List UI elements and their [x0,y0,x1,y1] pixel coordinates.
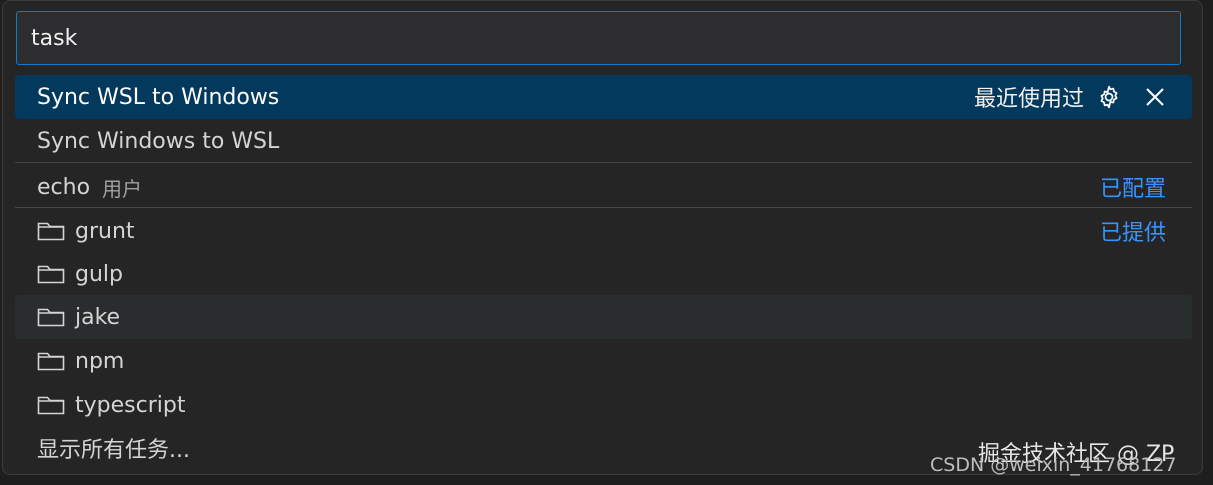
gear-icon[interactable] [1094,82,1124,112]
group-tag-configured: 已配置 [1099,177,1166,202]
list-item-grunt[interactable]: grunt 已提供 [15,209,1192,253]
list-item-gulp[interactable]: gulp [15,252,1192,296]
list-item-label: Sync WSL to Windows [37,84,280,110]
list-item-show-all-tasks[interactable]: 显示所有任务... [15,426,1192,470]
search-input[interactable] [17,12,1180,64]
list-item-sync-windows-to-wsl[interactable]: Sync Windows to WSL [15,119,1192,163]
list-item-right: 已配置 [1100,171,1192,203]
list-item-typescript[interactable]: typescript [15,383,1192,427]
list-item-label: npm [75,348,125,374]
list-item-jake[interactable]: jake [15,295,1192,339]
list-item-label: gulp [75,261,123,287]
list-item-label: 显示所有任务... [37,438,190,463]
list-item-right: 已提供 [1100,215,1192,247]
folder-icon [37,262,67,286]
group-tag-provided: 已提供 [1099,221,1166,246]
recently-used-label: 最近使用过 [973,87,1084,112]
separator [15,162,1192,163]
separator [15,207,1192,208]
list-item-sync-wsl-to-windows[interactable]: Sync WSL to Windows 最近使用过 [15,75,1192,119]
quick-pick-panel: Sync WSL to Windows 最近使用过 Sync Windows t… [2,0,1203,475]
folder-icon [37,219,67,243]
folder-icon [37,393,67,417]
list-item-label: typescript [75,392,186,418]
search-box[interactable] [16,11,1181,65]
list-item-actions: 最近使用过 [974,81,1192,113]
folder-icon [37,305,67,329]
list-item-label: jake [75,304,121,330]
close-icon[interactable] [1140,82,1170,112]
folder-icon [37,349,67,373]
list-item-label: echo [37,174,91,200]
list-item-label: grunt [75,218,135,244]
list-item-label: Sync Windows to WSL [37,128,280,154]
list-item-description: 用户 [102,176,143,201]
list-item-echo[interactable]: echo 用户 已配置 [15,165,1192,209]
list-item-npm[interactable]: npm [15,339,1192,383]
